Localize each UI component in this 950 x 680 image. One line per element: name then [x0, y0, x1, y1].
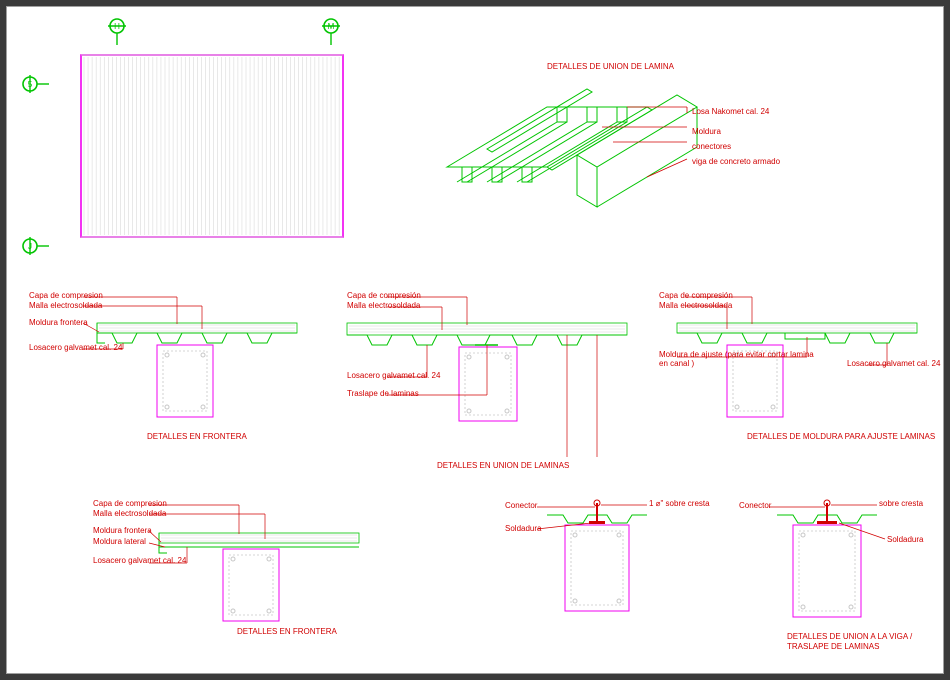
label-losa: Losacero galvamet cal. 24	[847, 359, 940, 368]
section-union: Capa de compresión Malla electrosoldada …	[327, 287, 647, 487]
label-lat: Moldura lateral	[93, 537, 146, 546]
section-connector-2: Conector sobre cresta Soldadura DETALLES…	[727, 497, 937, 667]
label-losa: Losacero galvamet cal. 24	[347, 371, 440, 380]
section-connector-1: Conector 1 ⌀" sobre cresta Soldadura	[487, 497, 707, 657]
label-mold: Moldura frontera	[29, 318, 88, 327]
svg-text:J: J	[28, 242, 32, 251]
label-malla: Malla electrosoldada	[659, 301, 732, 310]
title-ajuste: DETALLES DE MOLDURA PARA AJUSTE LAMINAS	[747, 432, 935, 441]
label-losa: Losacero galvamet cal. 24	[93, 556, 186, 565]
title-front1: DETALLES EN FRONTERA	[147, 432, 247, 441]
label-mold: Moldura de ajuste (para evitar cortar la…	[659, 350, 819, 368]
label-capa: Capa de compresión	[659, 291, 733, 300]
label-sold: Soldadura	[505, 524, 541, 533]
title-conn2: DETALLES DE UNION A LA VIGA / TRASLAPE D…	[787, 632, 927, 652]
label-malla: Malla electrosoldada	[29, 301, 102, 310]
section-ajuste: Capa de compresión Malla electrosoldada …	[657, 287, 937, 457]
svg-text:H: H	[114, 22, 120, 31]
marker-m-icon: M	[322, 17, 338, 33]
label-malla: Malla electrosoldada	[93, 509, 166, 518]
label-capa: Capa de compresión	[347, 291, 421, 300]
label-con: Conector	[739, 501, 771, 510]
label-con: Conector	[505, 501, 537, 510]
iso-label-2: Moldura	[692, 127, 721, 136]
svg-text:M: M	[328, 22, 335, 31]
section-frontera-2: Capa de compresion Malla electrosoldada …	[87, 497, 367, 657]
label-losa: Losacero galvamet cal. 24	[29, 343, 122, 352]
iso-label-4: viga de concreto armado	[692, 157, 780, 166]
label-capa: Capa de compresion	[29, 291, 103, 300]
marker-h-icon: H	[108, 17, 124, 33]
section-frontera-1: Capa de compresion Malla electrosoldada …	[27, 287, 307, 457]
label-tras: Traslape de laminas	[347, 389, 419, 398]
roof-plan	[77, 47, 347, 247]
label-malla: Malla electrosoldada	[347, 301, 420, 310]
title-union: DETALLES EN UNION DE LAMINAS	[437, 461, 569, 470]
iso-label-3: conectores	[692, 142, 731, 151]
label-sold: Soldadura	[887, 535, 923, 544]
label-clip: 1 ⌀" sobre cresta	[649, 499, 710, 508]
label-clip: sobre cresta	[879, 499, 923, 508]
iso-label-1: Losa Nakomet cal. 24	[692, 107, 769, 116]
marker-s-icon: 5	[21, 75, 37, 91]
label-capa: Capa de compresion	[93, 499, 167, 508]
svg-text:5: 5	[28, 80, 33, 89]
label-mold: Moldura frontera	[93, 526, 152, 535]
title-front2: DETALLES EN FRONTERA	[237, 627, 337, 636]
drawing-sheet: H M 5 J // generate ribs for plan view (…	[6, 6, 944, 674]
marker-j-icon: J	[21, 237, 37, 253]
